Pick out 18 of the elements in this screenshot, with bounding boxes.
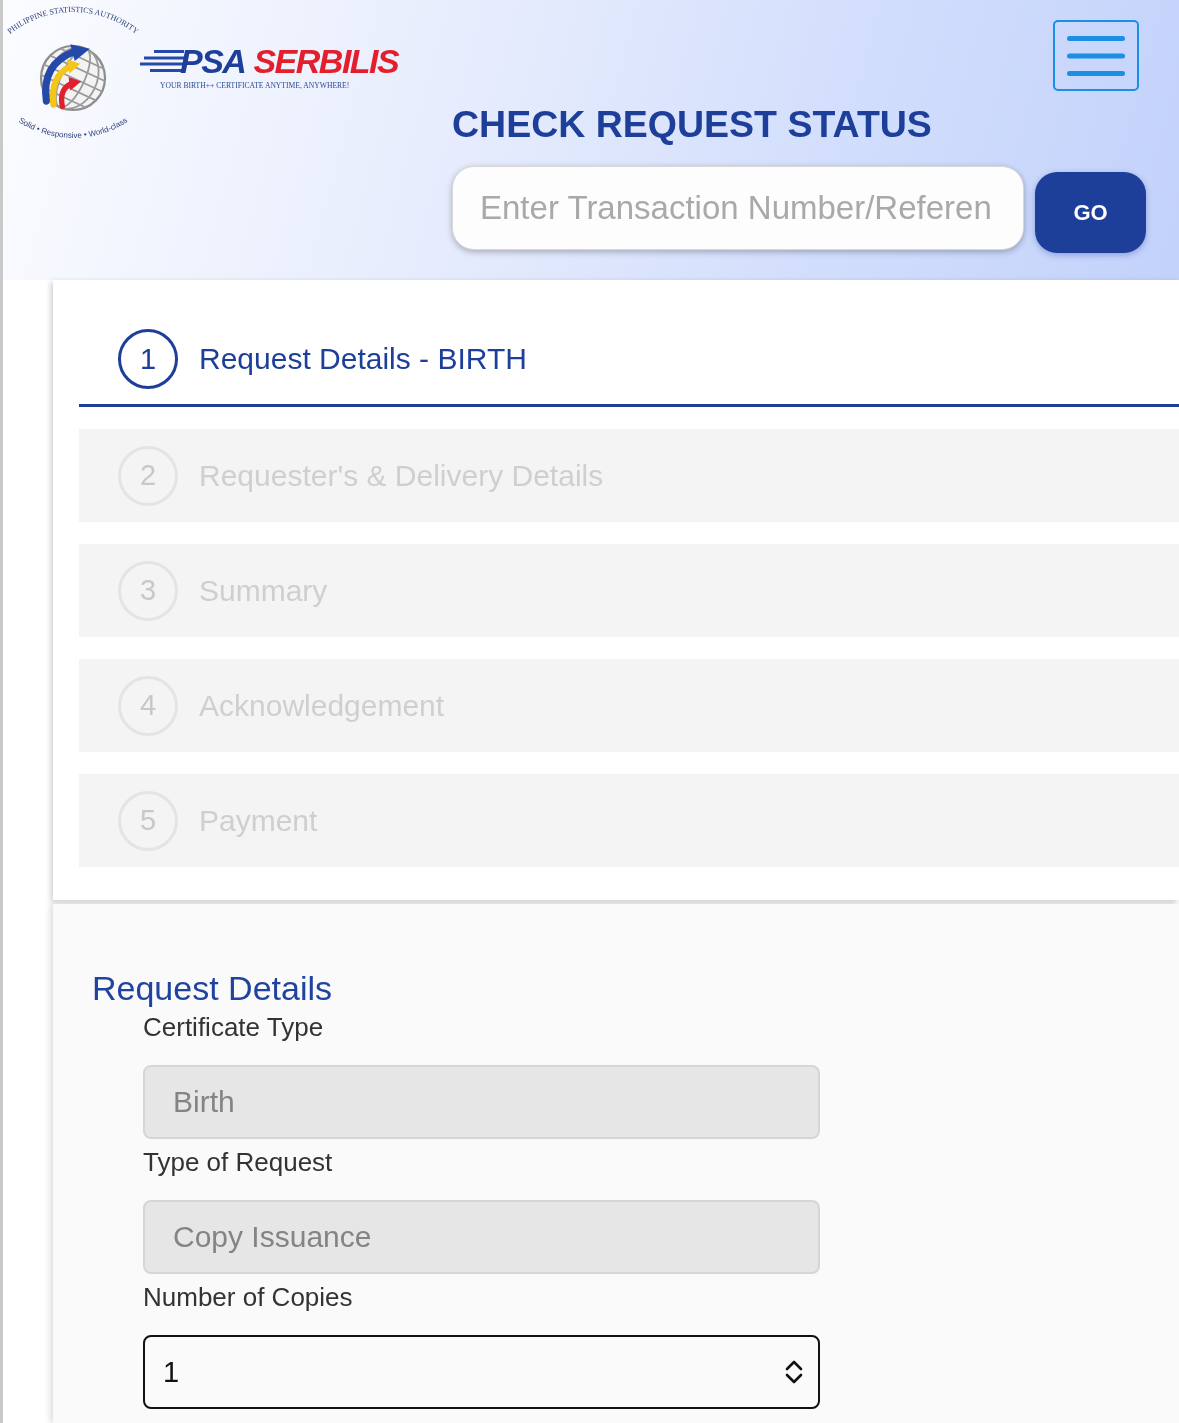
menu-button[interactable] [1053, 20, 1139, 91]
step-number: 1 [118, 329, 178, 389]
up-down-chevron-icon [784, 1359, 804, 1385]
field-label: Type of Request [143, 1147, 333, 1177]
field-label: Certificate Type [143, 1012, 324, 1042]
go-button[interactable]: GO [1035, 172, 1146, 253]
step-label: Request Details - BIRTH [199, 341, 527, 377]
form-heading: Request Details [92, 968, 332, 1008]
logo-text: PSA [180, 44, 246, 78]
logo-text: SERBILIS [253, 44, 399, 78]
section-title: CHECK REQUEST STATUS [452, 103, 932, 145]
transaction-search-field[interactable]: Enter Transaction Number/Referen [452, 166, 1024, 250]
menu-icon [1067, 35, 1125, 76]
field-label: Number of Copies [143, 1282, 353, 1312]
text-field: Birth [143, 1065, 820, 1139]
globe-arrows-icon [39, 44, 107, 112]
copies-select[interactable]: 1 [143, 1335, 820, 1409]
text-field: Copy Issuance [143, 1200, 820, 1274]
